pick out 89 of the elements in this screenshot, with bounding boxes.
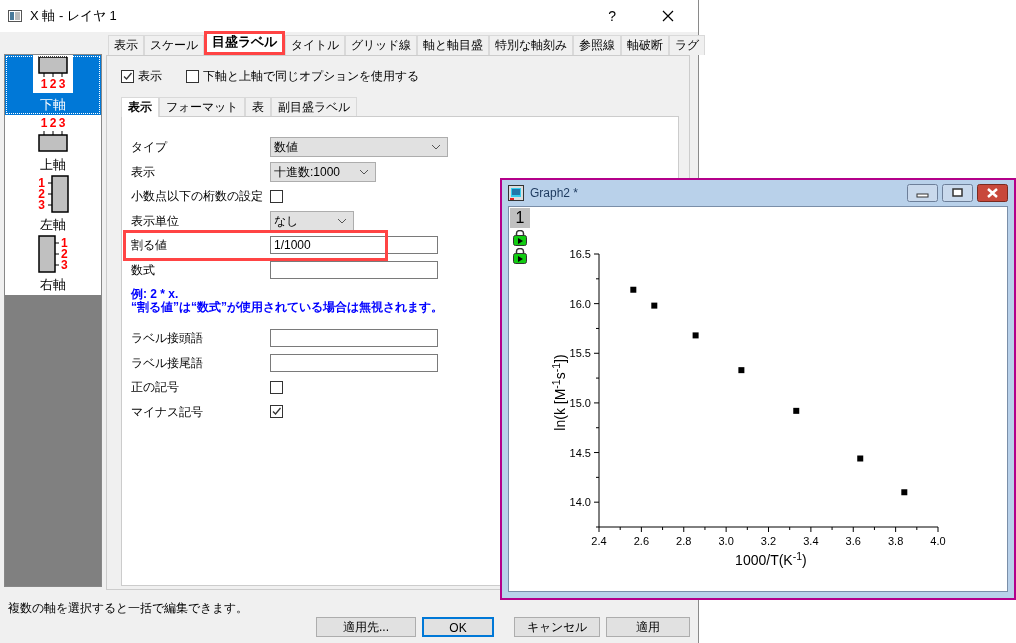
data-point (793, 407, 800, 414)
chevron-icon (431, 144, 441, 151)
axis-item[interactable]: 1 2 3 右軸 (5, 235, 101, 295)
field-label: ラベル接頭語 (131, 330, 204, 348)
restore-icon[interactable] (942, 184, 973, 202)
axis-label: 上軸 (40, 156, 66, 175)
axis-label: 右軸 (40, 276, 66, 295)
checkbox-label: 下軸と上軸で同じオプションを使用する (203, 68, 419, 85)
tick-label: 4.0 (930, 535, 946, 547)
axis-item[interactable]: 1 2 3 左軸 (5, 175, 101, 235)
lock-icon[interactable] (512, 230, 527, 246)
dialog-button[interactable]: 適用 (606, 617, 690, 637)
input-field[interactable] (270, 353, 438, 372)
tick-label: 2.4 (591, 535, 607, 547)
lock-icon[interactable] (512, 248, 527, 264)
tick-label: 14.0 (569, 496, 591, 509)
chevron-icon (359, 168, 369, 175)
tab[interactable]: グリッド線 (345, 35, 417, 55)
tick-label: 3.2 (760, 535, 777, 547)
chevron-icon (337, 217, 347, 224)
field-label: 表示 (131, 163, 156, 181)
field-label: 正の記号 (131, 379, 180, 397)
checkbox[interactable] (121, 69, 134, 83)
window-icon (8, 10, 22, 22)
tick-label: 14.5 (569, 446, 591, 459)
minimize-icon[interactable] (907, 184, 938, 202)
tab[interactable]: 軸破断 (621, 35, 669, 55)
data-point (857, 455, 864, 462)
tab[interactable]: 表示 (121, 97, 159, 117)
field-label: ラベル接尾語 (131, 354, 204, 372)
input-field[interactable] (270, 329, 438, 348)
field-label: マイナス記号 (131, 403, 204, 421)
graph-icon (508, 185, 524, 201)
tab[interactable]: ラグ (669, 35, 705, 55)
axis-item[interactable]: 1 2 3 上軸 (5, 115, 101, 175)
axis-title: 1000/T(K$^{-1}$) (734, 550, 808, 570)
tick-label: 16.5 (569, 248, 591, 260)
tab[interactable]: 軸と軸目盛 (417, 35, 489, 55)
data-point (738, 367, 745, 374)
dropdown[interactable]: なし (270, 210, 354, 231)
input-field[interactable] (270, 260, 438, 279)
tick-label: 3.4 (803, 535, 819, 547)
field-label: タイプ (131, 139, 169, 157)
tick-label: 3.8 (887, 535, 904, 547)
window-title: X 軸 - レイヤ 1 (30, 7, 117, 26)
close-icon[interactable] (977, 184, 1008, 202)
checkbox[interactable] (270, 189, 283, 203)
input-field[interactable]: 1/1000 (270, 236, 438, 255)
data-point (901, 489, 908, 496)
tick-label: 16.0 (569, 297, 591, 310)
help-button[interactable]: ? (608, 5, 616, 27)
axis-item[interactable]: 1 2 3 下軸 (5, 55, 101, 115)
axis-label: 左軸 (40, 216, 66, 235)
tab[interactable]: タイトル (285, 35, 345, 55)
tab[interactable]: 参照線 (573, 35, 621, 55)
field-label: 小数点以下の桁数の設定 (131, 188, 264, 206)
data-point (630, 286, 637, 293)
field-label: 数式 (131, 261, 156, 279)
close-icon[interactable] (662, 10, 674, 22)
tab[interactable]: 表示 (108, 35, 144, 55)
tick-label: 15.0 (569, 396, 591, 409)
tick-label: 2.6 (633, 535, 649, 547)
note-text: 例: 2 * x. (131, 288, 179, 301)
dialog-button[interactable]: OK (422, 617, 494, 637)
note-text: “割る値”は“数式”が使用されている場合は無視されます。 (131, 301, 443, 314)
checkbox[interactable] (270, 380, 283, 394)
checkbox-label: 表示 (138, 68, 162, 85)
dialog-button[interactable]: 適用先... (316, 617, 416, 637)
window-title: Graph2 * (530, 185, 579, 202)
dropdown[interactable]: 数値 (270, 137, 448, 158)
dropdown[interactable]: 十進数:1000 (270, 161, 376, 182)
tick-label: 3.6 (845, 535, 861, 547)
field-label: 表示単位 (131, 212, 180, 230)
status-text: 複数の軸を選択すると一括で編集できます。 (7, 600, 249, 615)
tick-label: 2.8 (676, 535, 692, 547)
tick-label: 3.0 (718, 535, 734, 547)
checkbox[interactable] (186, 69, 199, 83)
tab[interactable]: 特別な軸刻み (489, 35, 573, 55)
layer-button[interactable]: 1 (509, 208, 530, 228)
field-label: 割る値 (131, 237, 168, 255)
tab[interactable]: スケール (144, 35, 204, 55)
tab[interactable]: 目盛ラベル (204, 31, 285, 55)
axis-icon: 1 2 3 (30, 55, 76, 94)
dialog-button[interactable]: キャンセル (514, 617, 600, 637)
tick-label: 15.5 (569, 347, 591, 360)
data-point (692, 332, 699, 339)
checkbox[interactable] (270, 405, 283, 419)
data-point (651, 302, 658, 309)
axis-label: 下軸 (40, 96, 66, 115)
